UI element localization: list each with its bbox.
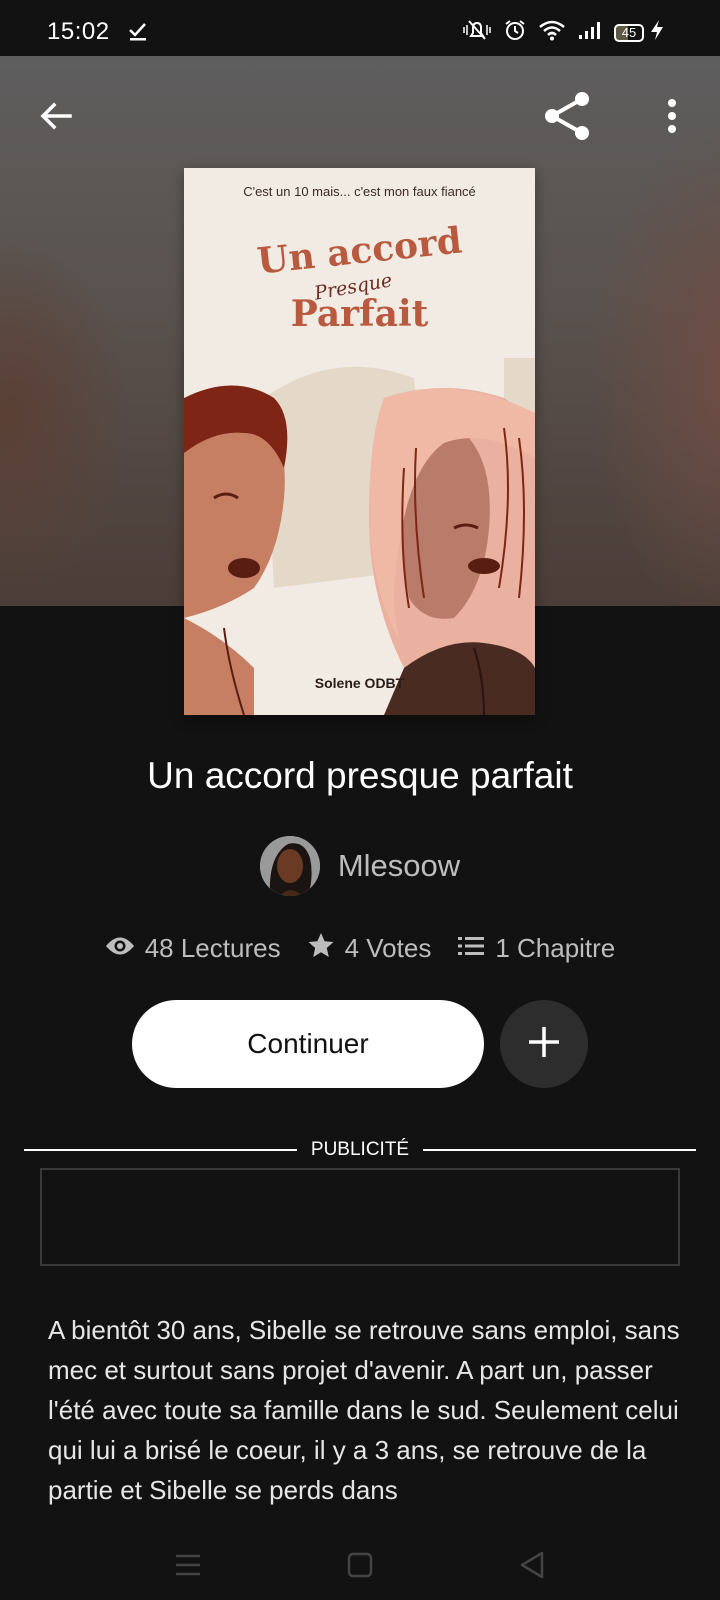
book-title: Un accord presque parfait (147, 755, 573, 796)
battery-icon: 45 (614, 23, 644, 42)
ad-label-row: PUBLICITÉ (24, 1138, 697, 1162)
list-icon (457, 933, 485, 964)
divider (423, 1149, 697, 1151)
alarm-icon (504, 19, 526, 46)
plus-icon (527, 1025, 561, 1064)
arrow-left-icon[interactable] (26, 86, 86, 146)
mute-icon (462, 18, 492, 47)
reads-stat: 48 Lectures (105, 933, 281, 964)
votes-count: 4 Votes (344, 933, 432, 963)
status-bar: 15:02 45 (0, 0, 720, 56)
cover-tagline: C'est un 10 mais... c'est mon faux fianc… (243, 184, 476, 199)
share-icon[interactable] (538, 86, 598, 146)
status-time: 15:02 (47, 18, 110, 45)
chapters-count: 1 Chapitre (495, 933, 616, 963)
more-vertical-icon[interactable] (642, 86, 702, 146)
wifi-icon (538, 19, 566, 46)
synopsis-text: A bientôt 30 ans, Sibelle se retrouve sa… (48, 1315, 680, 1505)
home-square-icon[interactable] (330, 1540, 390, 1590)
ad-label: PUBLICITÉ (310, 1139, 410, 1160)
cover-title-line2: Parfait (290, 293, 429, 335)
status-icons: 45 (462, 18, 664, 47)
charging-icon (650, 19, 664, 46)
star-icon (307, 932, 335, 965)
signal-icon (578, 20, 602, 45)
avatar[interactable] (259, 836, 320, 896)
battery-level: 45 (621, 25, 637, 40)
eye-icon (105, 933, 135, 964)
book-cover[interactable]: C'est un 10 mais... c'est mon faux fianc… (184, 168, 535, 715)
back-triangle-icon[interactable] (502, 1540, 562, 1590)
ad-slot[interactable] (40, 1168, 680, 1266)
reads-count: 48 Lectures (144, 933, 281, 963)
continue-button[interactable]: Continuer (132, 1000, 484, 1088)
chapters-stat[interactable]: 1 Chapitre (457, 933, 615, 964)
votes-stat: 4 Votes (307, 932, 432, 965)
stats-row: 48 Lectures 4 Votes 1 Chapitre (0, 932, 720, 965)
menu-icon[interactable] (158, 1540, 218, 1590)
add-to-library-button[interactable] (500, 1000, 588, 1088)
author-row[interactable]: Mlesoow (0, 836, 720, 896)
download-done-icon (128, 22, 148, 47)
cover-author: Solene ODBT (314, 675, 405, 691)
author-name[interactable]: Mlesoow (338, 848, 460, 884)
divider (24, 1149, 297, 1151)
